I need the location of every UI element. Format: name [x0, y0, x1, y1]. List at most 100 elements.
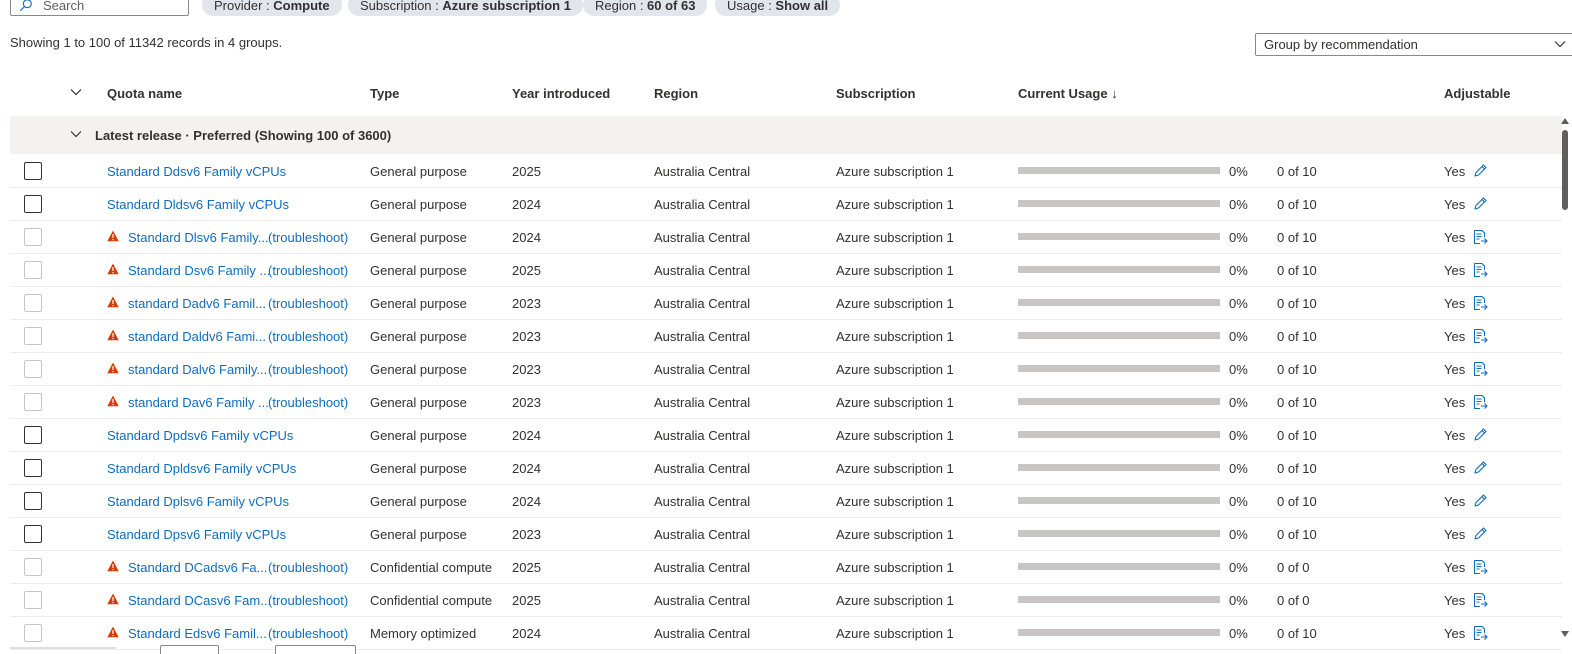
edit-pencil-icon[interactable]	[1472, 493, 1488, 509]
troubleshoot-label[interactable]: troubleshoot	[272, 230, 344, 245]
troubleshoot-link[interactable]: (troubleshoot)	[268, 230, 348, 245]
edit-pencil-icon[interactable]	[1472, 460, 1488, 476]
troubleshoot-label[interactable]: troubleshoot	[272, 263, 344, 278]
filter-pill-subscription[interactable]: Subscription : Azure subscription 1	[348, 0, 583, 16]
quota-name-link[interactable]: standard Dalv6 Family...	[128, 362, 267, 377]
troubleshoot-link[interactable]: (troubleshoot)	[268, 362, 348, 377]
row-checkbox[interactable]	[24, 492, 42, 510]
usage-count: 0 of 10	[1277, 263, 1317, 278]
request-form-icon[interactable]	[1472, 625, 1488, 641]
table-row[interactable]: Standard Dpdsv6 Family vCPUs General purp…	[10, 419, 1562, 452]
table-row[interactable]: standard Dav6 Family ... (troubleshoot) Ge…	[10, 386, 1562, 419]
row-checkbox[interactable]	[24, 525, 42, 543]
troubleshoot-link[interactable]: (troubleshoot)	[268, 626, 348, 641]
request-form-icon[interactable]	[1472, 592, 1488, 608]
table-row[interactable]: Standard Edsv6 Famil... (troubleshoot) Mem…	[10, 617, 1562, 650]
table-row[interactable]: Standard Dldsv6 Family vCPUs General purp…	[10, 188, 1562, 221]
edit-pencil-icon[interactable]	[1472, 196, 1488, 212]
troubleshoot-link[interactable]: (troubleshoot)	[268, 329, 348, 344]
request-form-icon[interactable]	[1472, 394, 1488, 410]
table-row[interactable]: Standard Dpsv6 Family vCPUs General purpo…	[10, 518, 1562, 551]
quota-name-link[interactable]: standard Dadv6 Famil...	[128, 296, 266, 311]
troubleshoot-label[interactable]: troubleshoot	[272, 626, 344, 641]
request-form-icon[interactable]	[1472, 328, 1488, 344]
table-row[interactable]: Standard DCasv6 Fam... (troubleshoot) Conf…	[10, 584, 1562, 617]
group-header-row[interactable]: Latest release · Preferred (Showing 100 …	[10, 116, 1562, 154]
troubleshoot-label[interactable]: troubleshoot	[272, 560, 344, 575]
type-cell: General purpose	[370, 230, 467, 245]
chevron-down-icon[interactable]	[70, 128, 82, 140]
table-row[interactable]: Standard DCadsv6 Fa... (troubleshoot) Conf…	[10, 551, 1562, 584]
header-year[interactable]: Year introduced	[512, 86, 610, 101]
request-form-icon[interactable]	[1472, 361, 1488, 377]
troubleshoot-link[interactable]: (troubleshoot)	[268, 560, 348, 575]
header-subscription[interactable]: Subscription	[836, 86, 915, 101]
header-adjustable[interactable]: Adjustable	[1444, 86, 1510, 101]
table-row[interactable]: standard Dadv6 Famil... (troubleshoot) Gen…	[10, 287, 1562, 320]
troubleshoot-label[interactable]: troubleshoot	[272, 395, 344, 410]
row-checkbox	[24, 228, 42, 246]
edit-pencil-icon[interactable]	[1472, 526, 1488, 542]
filter-pill-provider[interactable]: Provider : Compute	[202, 0, 342, 16]
scrollbar-thumb[interactable]	[1562, 130, 1568, 210]
quota-name-link[interactable]: Standard DCasv6 Fam...	[128, 593, 271, 608]
quota-name-link[interactable]: Standard Dsv6 Family ...	[128, 263, 270, 278]
quota-name-link[interactable]: Standard Dpdsv6 Family vCPUs	[107, 428, 293, 443]
request-form-icon[interactable]	[1472, 295, 1488, 311]
troubleshoot-link[interactable]: (troubleshoot)	[268, 593, 348, 608]
row-checkbox[interactable]	[24, 195, 42, 213]
header-quota-name[interactable]: Quota name	[107, 86, 182, 101]
region-cell: Australia Central	[654, 428, 751, 443]
table-row[interactable]: Standard Dsv6 Family ... (troubleshoot) Ge…	[10, 254, 1562, 287]
scroll-down-arrow-icon[interactable]	[1560, 630, 1570, 638]
quota-name-link[interactable]: standard Daldv6 Fami...	[128, 329, 266, 344]
table-row[interactable]: Standard Dplsv6 Family vCPUs General purp…	[10, 485, 1562, 518]
header-type[interactable]: Type	[370, 86, 399, 101]
troubleshoot-link[interactable]: (troubleshoot)	[268, 263, 348, 278]
header-region[interactable]: Region	[654, 86, 698, 101]
search-input[interactable]: Search	[10, 0, 189, 16]
filter-pill-region[interactable]: Region : 60 of 63	[583, 0, 708, 16]
quota-name-link[interactable]: Standard Dpldsv6 Family vCPUs	[107, 461, 296, 476]
collapse-all-chevron-icon[interactable]	[70, 86, 82, 98]
troubleshoot-label[interactable]: troubleshoot	[272, 362, 344, 377]
row-checkbox[interactable]	[24, 459, 42, 477]
quota-name-link[interactable]: Standard Dldsv6 Family vCPUs	[107, 197, 289, 212]
row-checkbox[interactable]	[24, 162, 42, 180]
row-checkbox	[24, 261, 42, 279]
quota-name-link[interactable]: Standard Dplsv6 Family vCPUs	[107, 494, 289, 509]
page-number-dropdown[interactable]	[275, 645, 356, 654]
usage-percent: 0%	[1229, 164, 1248, 179]
table-row[interactable]: standard Dalv6 Family... (troubleshoot) Ge…	[10, 353, 1562, 386]
edit-pencil-icon[interactable]	[1472, 427, 1488, 443]
subscription-cell: Azure subscription 1	[836, 263, 954, 278]
quota-name-link[interactable]: Standard Dlsv6 Family...	[128, 230, 269, 245]
table-row[interactable]: Standard Ddsv6 Family vCPUs General purpo…	[10, 155, 1562, 188]
quota-name-link[interactable]: Standard DCadsv6 Fa...	[128, 560, 267, 575]
table-row[interactable]: Standard Dpldsv6 Family vCPUs General pur…	[10, 452, 1562, 485]
quota-name-link[interactable]: Standard Dpsv6 Family vCPUs	[107, 527, 286, 542]
troubleshoot-label[interactable]: troubleshoot	[272, 296, 344, 311]
request-form-icon[interactable]	[1472, 229, 1488, 245]
row-checkbox[interactable]	[24, 426, 42, 444]
year-cell: 2023	[512, 527, 541, 542]
scroll-up-arrow-icon[interactable]	[1560, 117, 1570, 125]
troubleshoot-link[interactable]: (troubleshoot)	[268, 395, 348, 410]
table-row[interactable]: Standard Dlsv6 Family... (troubleshoot) Ge…	[10, 221, 1562, 254]
filter-pill-usage[interactable]: Usage : Show all	[715, 0, 841, 16]
edit-pencil-icon[interactable]	[1472, 163, 1488, 179]
troubleshoot-label[interactable]: troubleshoot	[272, 593, 344, 608]
header-current-usage[interactable]: Current Usage ↓	[1018, 86, 1118, 101]
page-size-dropdown[interactable]	[160, 645, 219, 654]
adjustable-cell: Yes	[1444, 560, 1466, 575]
request-form-icon[interactable]	[1472, 559, 1488, 575]
table-row[interactable]: standard Daldv6 Fami... (troubleshoot) Gen…	[10, 320, 1562, 353]
troubleshoot-label[interactable]: troubleshoot	[272, 329, 344, 344]
request-form-icon[interactable]	[1472, 262, 1488, 278]
troubleshoot-link[interactable]: (troubleshoot)	[268, 296, 348, 311]
type-cell: General purpose	[370, 362, 467, 377]
group-by-dropdown[interactable]: Group by recommendation	[1255, 33, 1572, 56]
quota-name-link[interactable]: standard Dav6 Family ...	[128, 395, 269, 410]
quota-name-link[interactable]: Standard Ddsv6 Family vCPUs	[107, 164, 286, 179]
quota-name-link[interactable]: Standard Edsv6 Famil...	[128, 626, 267, 641]
